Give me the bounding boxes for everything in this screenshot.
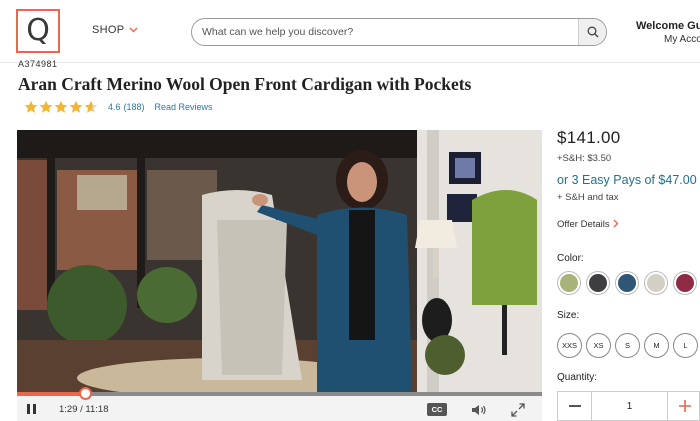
star-icon — [39, 100, 53, 113]
pause-button[interactable] — [27, 404, 36, 414]
star-icon — [69, 100, 83, 113]
quantity-label: Quantity: — [557, 372, 598, 383]
video-frame-image — [17, 130, 542, 392]
quantity-decrease-button[interactable] — [558, 392, 591, 420]
plus-icon — [678, 400, 691, 412]
minus-icon — [568, 405, 581, 407]
color-swatch[interactable] — [644, 271, 668, 295]
easy-pay-offer[interactable]: or 3 Easy Pays of $47.00 — [557, 173, 697, 187]
color-swatch-fill — [618, 274, 636, 292]
product-rating: 4.6 (188) Read Reviews — [24, 100, 213, 114]
product-title: Aran Craft Merino Wool Open Front Cardig… — [18, 74, 472, 94]
color-swatch[interactable] — [615, 271, 639, 295]
search-bar — [191, 18, 607, 46]
search-icon — [587, 26, 598, 38]
item-number: A374981 — [18, 59, 58, 69]
my-account-link[interactable]: My Acco — [664, 34, 700, 45]
star-icon — [54, 100, 68, 113]
color-swatch-fill — [560, 274, 578, 292]
color-swatch-fill — [676, 274, 694, 292]
rating-value: 4.6 — [108, 102, 121, 112]
product-price: $141.00 — [557, 128, 621, 147]
search-input[interactable] — [202, 23, 562, 41]
size-option[interactable]: M — [644, 333, 669, 358]
qvc-logo[interactable]: Q — [16, 9, 60, 53]
star-icon — [24, 100, 38, 113]
quantity-stepper: 1 — [557, 391, 700, 421]
progress-handle[interactable] — [79, 387, 93, 400]
video-controls: 1:29 / 11:18 CC — [17, 387, 542, 421]
shop-menu-button[interactable]: SHOP — [92, 24, 138, 36]
shop-label: SHOP — [92, 24, 125, 36]
pause-icon — [33, 404, 36, 414]
quantity-increase-button[interactable] — [668, 392, 700, 420]
video-time: 1:29 / 11:18 — [59, 404, 109, 415]
logo-letter: Q — [26, 13, 50, 48]
pause-icon — [27, 404, 30, 414]
size-options: XXS XS S M L — [557, 333, 698, 358]
offer-details-link[interactable]: Offer Details — [557, 217, 619, 231]
shipping-tax-note: + S&H and tax — [557, 192, 619, 203]
read-reviews-link[interactable]: Read Reviews — [155, 102, 213, 112]
star-rating[interactable] — [24, 100, 98, 114]
chevron-right-icon — [613, 217, 619, 231]
shipping-cost: +S&H: $3.50 — [557, 153, 612, 164]
color-swatch-fill — [647, 274, 665, 292]
color-swatch-fill — [589, 274, 607, 292]
star-icon — [84, 100, 98, 113]
site-header: Q SHOP Welcome Gu My Acco — [0, 0, 700, 62]
header-divider — [0, 62, 700, 63]
review-count[interactable]: (188) — [124, 102, 145, 112]
volume-icon[interactable] — [471, 403, 487, 417]
color-swatch[interactable] — [557, 271, 581, 295]
size-option[interactable]: S — [615, 333, 640, 358]
offer-details-label: Offer Details — [557, 218, 610, 230]
closed-captions-button[interactable]: CC — [427, 403, 447, 416]
welcome-text: Welcome Gu — [636, 20, 700, 32]
color-label: Color: — [557, 253, 584, 264]
color-swatch[interactable] — [673, 271, 697, 295]
color-swatches — [557, 271, 697, 295]
size-label: Size: — [557, 310, 580, 321]
video-progress-bar[interactable] — [17, 387, 542, 400]
search-button[interactable] — [578, 19, 606, 45]
quantity-value[interactable]: 1 — [591, 392, 668, 420]
size-option[interactable]: XXS — [557, 333, 582, 358]
color-swatch[interactable] — [586, 271, 610, 295]
product-video-player[interactable]: 1:29 / 11:18 CC — [17, 130, 542, 421]
chevron-down-icon — [129, 25, 138, 36]
fullscreen-icon[interactable] — [511, 403, 525, 417]
size-option[interactable]: XS — [586, 333, 611, 358]
size-option[interactable]: L — [673, 333, 698, 358]
progress-fill — [17, 392, 86, 396]
